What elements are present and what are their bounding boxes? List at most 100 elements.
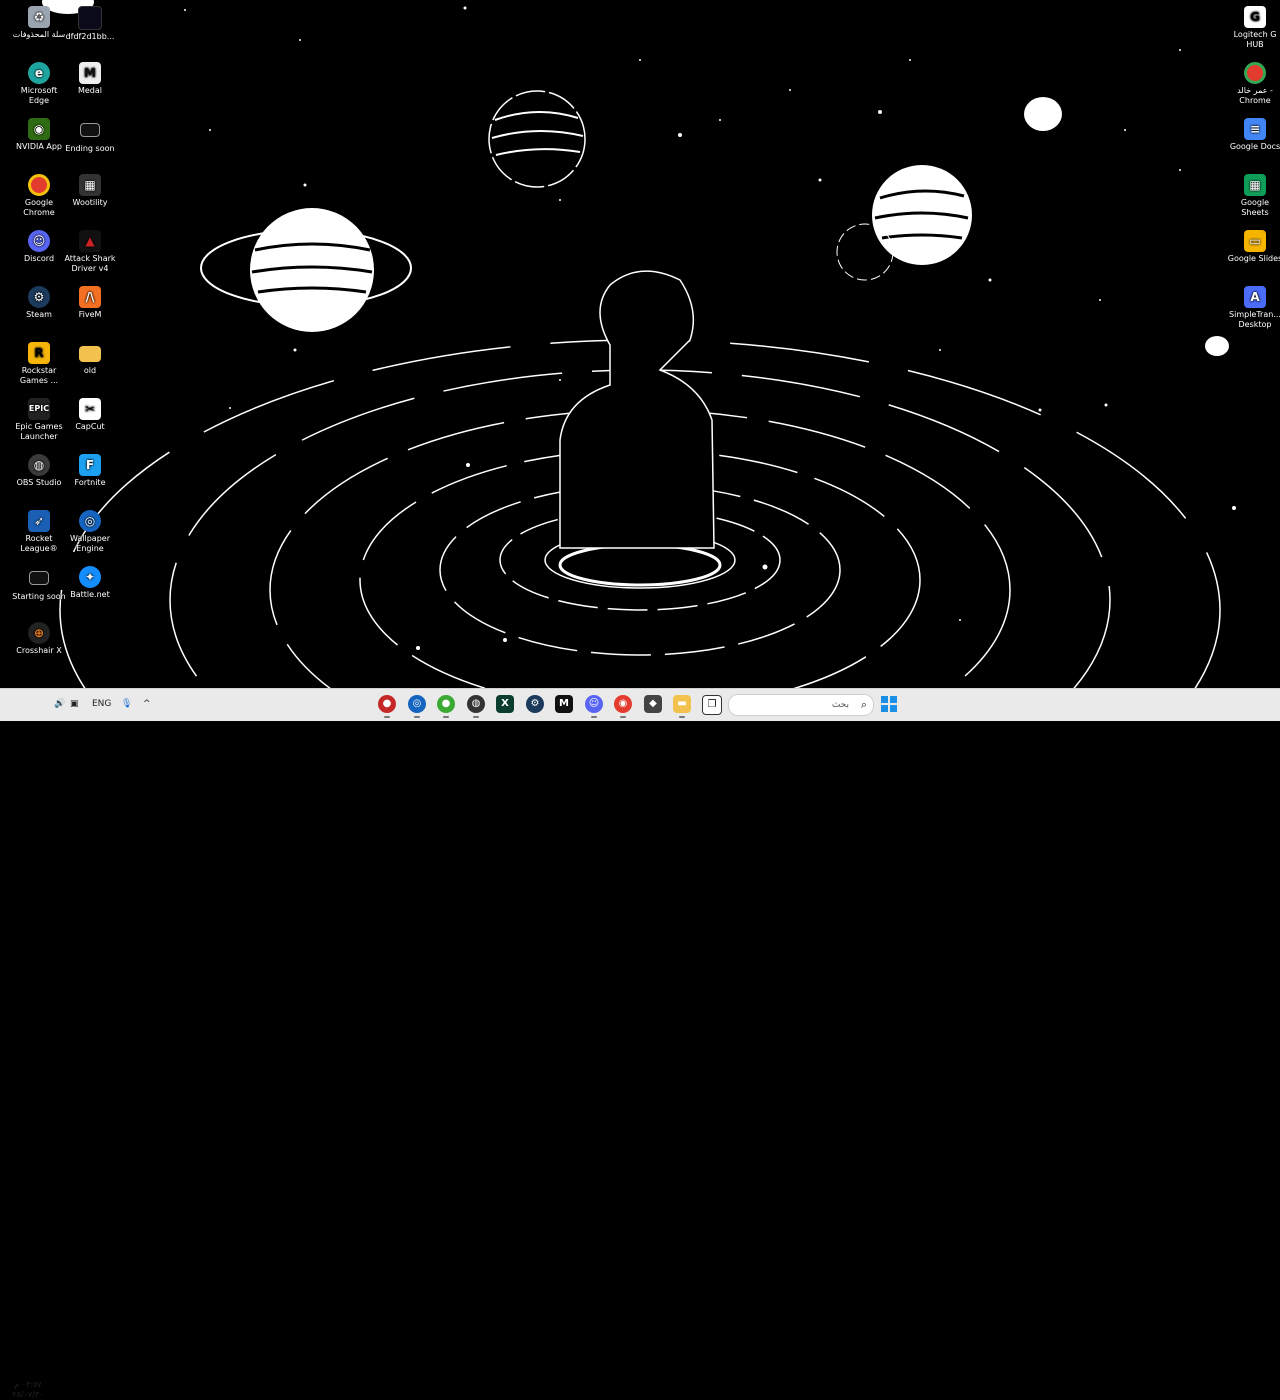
planet-right <box>836 165 972 281</box>
running-indicator <box>384 716 390 718</box>
desktop-icon-steam[interactable]: ⚙ Steam <box>11 286 67 320</box>
taskbar-app-red-icon[interactable]: ● <box>378 695 396 713</box>
rockstar-icon: R <box>28 342 50 364</box>
taskbar-xbox-icon[interactable]: X <box>496 695 514 713</box>
desktop-icon-label: Medal <box>77 86 103 95</box>
desktop-icon-logitech[interactable]: G Logitech G HUB <box>1227 6 1280 50</box>
desktop-icon-medal[interactable]: M Medal <box>62 62 118 96</box>
desktop-icon-label: Crosshair X <box>16 646 62 655</box>
fivem-icon: /\ <box>79 286 101 308</box>
taskbar-chrome-icon[interactable]: ◉ <box>614 695 632 713</box>
desktop-icon-label: سلة المحذوفات <box>12 30 66 39</box>
desktop-icon-obs[interactable]: ◍ OBS Studio <box>11 454 67 488</box>
desktop-icon-image-file[interactable]: dfdf2d1bb... <box>62 6 118 42</box>
stars <box>184 6 1236 650</box>
desktop-icon-discord[interactable]: ☺ Discord <box>11 230 67 264</box>
desktop-icon-label: Fortnite <box>74 478 106 487</box>
desktop-icon-label: Discord <box>23 254 55 263</box>
desktop-icon-label: عمر خالد - Chrome <box>1237 86 1273 105</box>
desktop-icon-capcut[interactable]: ✂ CapCut <box>62 398 118 432</box>
desktop-icon-label: Battle.net <box>70 590 110 599</box>
desktop-icon-label: Wootility <box>72 198 108 207</box>
search-placeholder: بحث <box>831 700 849 710</box>
taskbar-app-green-icon[interactable]: ● <box>437 695 455 713</box>
battlenet-icon: ✦ <box>79 566 101 588</box>
desktop-icon-label: Google Sheets <box>1240 198 1270 217</box>
desktop-icon-chrome[interactable]: Google Chrome <box>11 174 67 218</box>
desktop-icon-edge[interactable]: e Microsoft Edge <box>11 62 67 106</box>
taskbar-search-box[interactable]: بحث ⌕ <box>728 694 874 716</box>
figure-silhouette <box>558 270 722 587</box>
attack-shark-icon: ▲ <box>79 230 101 252</box>
desktop-icon-recycle-bin[interactable]: ♻ سلة المحذوفات <box>11 6 67 40</box>
volume-icon[interactable]: 🔊 <box>54 696 65 712</box>
wallpaper-engine-icon: ◎ <box>79 510 101 532</box>
chrome-profile-icon <box>1244 62 1266 84</box>
desktop-icon-label: old <box>83 366 97 375</box>
desktop-icon-starting-soon[interactable]: Starting soon <box>11 566 67 602</box>
planet-saturn <box>200 208 412 332</box>
taskbar-app-globe-icon[interactable]: ◎ <box>408 695 426 713</box>
desktop-icon-label: Google Docs <box>1229 142 1280 151</box>
desktop-icon-label: Starting soon <box>12 592 66 601</box>
capcut-icon: ✂ <box>79 398 101 420</box>
obs-icon: ◍ <box>28 454 50 476</box>
language-indicator[interactable]: ENG <box>92 696 111 712</box>
discord-icon: ☺ <box>28 230 50 252</box>
taskbar-task-view-icon[interactable]: ❐ <box>702 695 722 715</box>
taskbar-clock[interactable]: ٠٣:٥٧ م ٢٥/٠٧/٣٠ <box>8 1380 48 1400</box>
network-icon[interactable]: ▣ <box>70 696 79 712</box>
taskbar-file-explorer-icon[interactable]: ▬ <box>673 695 691 713</box>
running-indicator <box>591 716 597 718</box>
desktop-icon-label: Steam <box>26 310 52 319</box>
desktop-icon-google-docs[interactable]: ≡ Google Docs <box>1227 118 1280 152</box>
desktop-icon-google-sheets[interactable]: ▦ Google Sheets <box>1227 174 1280 218</box>
desktop-icon-fortnite[interactable]: F Fortnite <box>62 454 118 488</box>
running-indicator <box>443 716 449 718</box>
desktop-icon-crosshair[interactable]: ⊕ Crosshair X <box>11 622 67 656</box>
tray-chevron-up-icon[interactable]: ^ <box>143 696 151 712</box>
taskbar-app-cube-icon[interactable]: ◆ <box>644 695 662 713</box>
search-icon: ⌕ <box>860 698 867 711</box>
start-tile <box>890 705 897 712</box>
taskbar-obs-icon[interactable]: ◍ <box>467 695 485 713</box>
desktop-icon-label: Google Slides <box>1227 254 1280 263</box>
planet-top-center <box>488 90 586 188</box>
desktop-icon-ending-soon[interactable]: Ending soon <box>62 118 118 154</box>
desktop-icon-label: Ending soon <box>65 144 115 153</box>
edge-icon: e <box>28 62 50 84</box>
desktop-icon-attack-shark[interactable]: ▲ Attack Shark Driver v4 <box>62 230 118 274</box>
desktop-icon-fivem[interactable]: /\ FiveM <box>62 286 118 320</box>
moon-small <box>1205 336 1229 356</box>
desktop-icon-chrome-profile[interactable]: عمر خالد - Chrome <box>1227 62 1280 106</box>
running-indicator <box>414 716 420 718</box>
google-slides-icon: ▭ <box>1244 230 1266 252</box>
desktop-icon-epic[interactable]: EPIC Epic Games Launcher <box>11 398 67 442</box>
desktop-icon-google-slides[interactable]: ▭ Google Slides <box>1227 230 1280 264</box>
desktop-icon-rocket-league[interactable]: ➶ Rocket League® <box>11 510 67 554</box>
start-tile <box>881 705 888 712</box>
taskbar-discord-icon[interactable]: ☺ <box>585 695 603 713</box>
taskbar-medal-icon[interactable]: M <box>555 695 573 713</box>
desktop-icon-label: FiveM <box>78 310 102 319</box>
desktop-icon-label: Rocket League® <box>20 534 58 553</box>
wootility-icon: ▦ <box>79 174 101 196</box>
desktop-icon-battlenet[interactable]: ✦ Battle.net <box>62 566 118 600</box>
desktop-icon-simpletrans[interactable]: A SimpleTran... Desktop <box>1227 286 1280 330</box>
microphone-icon[interactable]: 🎙 <box>121 696 132 712</box>
recycle-bin-icon: ♻ <box>28 6 50 28</box>
medal-icon: M <box>79 62 101 84</box>
desktop-icon-wallpaper-engine[interactable]: ◎ Wallpaper Engine <box>62 510 118 554</box>
fortnite-icon: F <box>79 454 101 476</box>
desktop-icon-old-folder[interactable]: old <box>62 342 118 376</box>
taskbar-steam-icon[interactable]: ⚙ <box>526 695 544 713</box>
desktop-icon-rockstar[interactable]: R Rockstar Games ... <box>11 342 67 386</box>
running-indicator <box>679 716 685 718</box>
video-file-icon <box>29 571 49 585</box>
running-indicator <box>620 716 626 718</box>
desktop-icon-nvidia[interactable]: ◉ NVIDIA App <box>11 118 67 152</box>
steam-icon: ⚙ <box>28 286 50 308</box>
windows-start-icon[interactable] <box>881 696 897 712</box>
desktop-icon-wootility[interactable]: ▦ Wootility <box>62 174 118 208</box>
desktop-icon-label: Epic Games Launcher <box>15 422 63 441</box>
